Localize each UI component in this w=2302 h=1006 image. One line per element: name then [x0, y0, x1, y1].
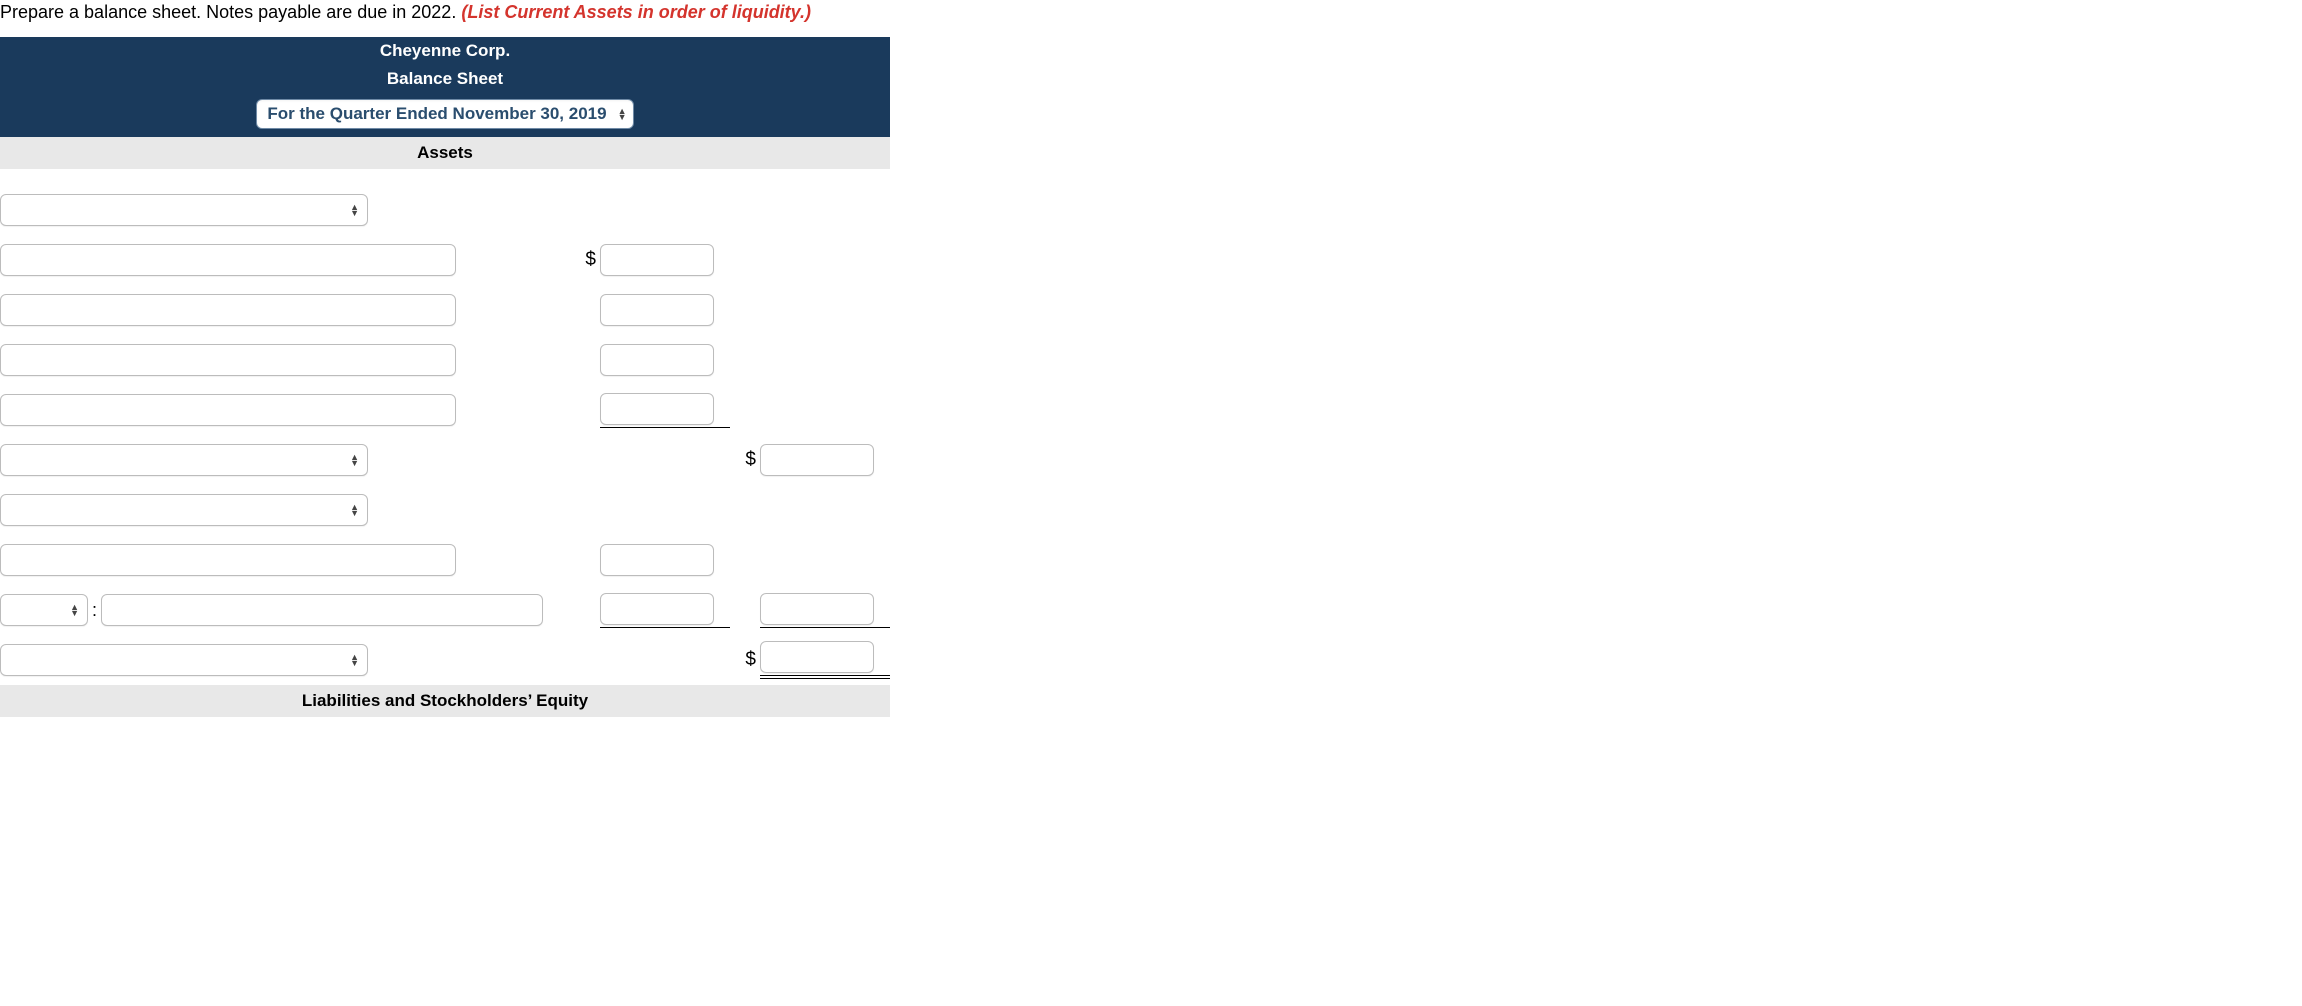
subtotal-underline — [600, 593, 730, 628]
asset-category-row-1: ▲▼ — [0, 185, 890, 235]
asset-amount-input-4[interactable] — [600, 393, 714, 425]
asset-total-amount[interactable] — [760, 641, 874, 673]
colon-label: : — [88, 600, 101, 621]
asset-subtotal-row-1: ▲▼ $ — [0, 435, 890, 485]
asset-account-input-1[interactable] — [0, 244, 456, 276]
stepper-icon: ▲▼ — [618, 108, 627, 120]
asset-category-select-1[interactable]: ▲▼ — [0, 194, 368, 226]
subtotal-underline — [600, 393, 730, 428]
asset-amount-input-1[interactable] — [600, 244, 714, 276]
asset-account-input-5[interactable] — [0, 544, 456, 576]
asset-account-input-3[interactable] — [0, 344, 456, 376]
period-row: For the Quarter Ended November 30, 2019 … — [0, 93, 890, 137]
stepper-icon: ▲▼ — [350, 204, 359, 216]
instruction-emphasis: (List Current Assets in order of liquidi… — [461, 2, 811, 22]
asset-subtotal-select-1[interactable]: ▲▼ — [0, 444, 368, 476]
assets-section-header: Assets — [0, 137, 890, 169]
asset-amount-input-2[interactable] — [600, 294, 714, 326]
asset-category-select-2[interactable]: ▲▼ — [0, 494, 368, 526]
asset-subtotal-amount-1[interactable] — [760, 444, 874, 476]
asset-account-input-2[interactable] — [0, 294, 456, 326]
less-account-input[interactable] — [101, 594, 543, 626]
assets-rows: ▲▼ $ — [0, 169, 890, 685]
asset-line-3 — [0, 335, 890, 385]
asset-line-4 — [0, 385, 890, 435]
net-amount-input[interactable] — [760, 593, 874, 625]
instruction-text: Prepare a balance sheet. Notes payable a… — [0, 0, 2302, 37]
asset-line-5 — [0, 535, 890, 585]
asset-category-row-2: ▲▼ — [0, 485, 890, 535]
asset-total-row: ▲▼ $ — [0, 635, 890, 685]
balance-sheet: Cheyenne Corp. Balance Sheet For the Qua… — [0, 37, 890, 717]
less-amount-input[interactable] — [600, 593, 714, 625]
stepper-icon: ▲▼ — [350, 454, 359, 466]
asset-amount-input-3[interactable] — [600, 344, 714, 376]
dollar-sign: $ — [730, 449, 760, 471]
instruction-normal: Prepare a balance sheet. Notes payable a… — [0, 2, 461, 22]
asset-account-input-4[interactable] — [0, 394, 456, 426]
period-select-value: For the Quarter Ended November 30, 2019 — [267, 104, 606, 124]
less-select[interactable]: ▲▼ — [0, 594, 88, 626]
dollar-sign: $ — [480, 249, 600, 271]
asset-total-select[interactable]: ▲▼ — [0, 644, 368, 676]
stepper-icon: ▲▼ — [350, 504, 359, 516]
stepper-icon: ▲▼ — [350, 654, 359, 666]
total-double-underline — [760, 641, 890, 679]
asset-less-row: ▲▼ : — [0, 585, 890, 635]
dollar-sign: $ — [730, 649, 760, 671]
asset-amount-input-5[interactable] — [600, 544, 714, 576]
company-name: Cheyenne Corp. — [0, 37, 890, 65]
asset-line-1: $ — [0, 235, 890, 285]
liabilities-section-header: Liabilities and Stockholders’ Equity — [0, 685, 890, 717]
period-select[interactable]: For the Quarter Ended November 30, 2019 … — [256, 99, 633, 129]
stepper-icon: ▲▼ — [70, 604, 79, 616]
asset-line-2 — [0, 285, 890, 335]
sheet-title: Balance Sheet — [0, 65, 890, 93]
subtotal-underline — [760, 593, 890, 628]
